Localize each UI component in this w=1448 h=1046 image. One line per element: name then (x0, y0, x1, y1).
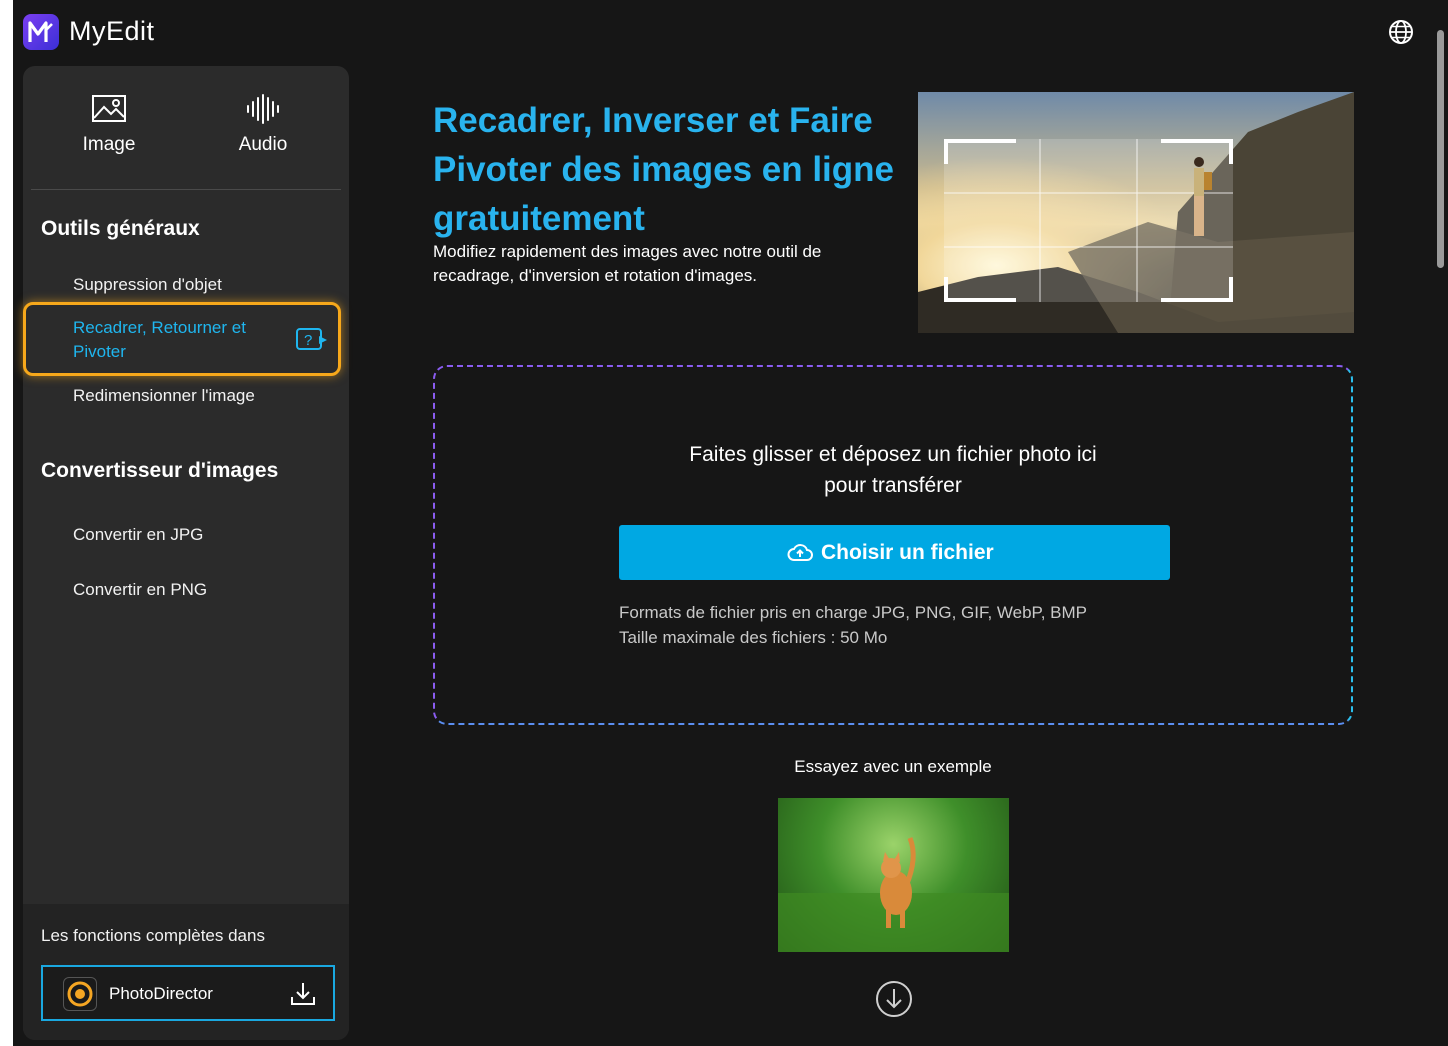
example-cat-image[interactable] (778, 798, 1009, 952)
mode-tab-audio[interactable]: Audio (203, 94, 323, 156)
audio-waveform-icon (247, 94, 279, 124)
help-video-icon[interactable]: ? (295, 327, 329, 351)
mode-label: Audio (238, 134, 288, 155)
sidebar-item-convert-jpg[interactable]: Convertir en JPG (73, 525, 203, 545)
svg-text:?: ? (304, 332, 312, 349)
sidebar-item-resize[interactable]: Redimensionner l'image (73, 386, 255, 406)
top-header: MyEdit (13, 0, 1433, 66)
footer-text: Les fonctions complètes dans (41, 926, 265, 945)
section-title-general: Outils généraux (41, 217, 200, 240)
sidebar-footer: Les fonctions complètes dans PhotoDirect… (23, 904, 349, 1040)
photodirector-logo-icon (63, 977, 97, 1011)
sidebar-item-convert-png[interactable]: Convertir en PNG (73, 580, 207, 600)
photodirector-label: PhotoDirector (109, 984, 213, 1003)
sidebar: Image Audio Outils généraux Suppression … (23, 66, 349, 1040)
section-title-converter: Convertisseur d'images (41, 459, 279, 482)
example-title: Essayez avec un exemple (794, 757, 992, 776)
scrollbar-thumb[interactable] (1437, 30, 1444, 268)
file-dropzone[interactable]: Faites glisser et déposez un fichier pho… (433, 365, 1353, 725)
sidebar-item-object-removal[interactable]: Suppression d'objet (73, 275, 222, 295)
app-name[interactable]: MyEdit (69, 16, 155, 47)
choose-file-label: Choisir un fichier (821, 541, 994, 564)
sidebar-divider (31, 189, 341, 190)
supported-formats-info: Formats de fichier pris en charge JPG, P… (619, 600, 1087, 650)
drop-text-line1: Faites glisser et déposez un fichier pho… (689, 443, 1097, 466)
dropzone-instructions: Faites glisser et déposez un fichier pho… (435, 439, 1351, 501)
formats-line: Formats de fichier pris en charge JPG, P… (619, 603, 1087, 622)
max-size-line: Taille maximale des fichiers : 50 Mo (619, 628, 888, 647)
scroll-down-icon[interactable] (874, 979, 914, 1019)
image-icon (92, 95, 126, 122)
photodirector-download-button[interactable]: PhotoDirector (41, 965, 335, 1021)
mode-tab-image[interactable]: Image (49, 94, 169, 156)
choose-file-button[interactable]: Choisir un fichier (619, 525, 1170, 580)
language-globe-icon[interactable] (1388, 19, 1414, 45)
page-description: Modifiez rapidement des images avec notr… (433, 242, 822, 285)
download-icon (291, 983, 315, 1005)
page-title: Recadrer, Inverser et Faire Pivoter des … (433, 101, 894, 238)
mode-label: Image (82, 134, 136, 155)
window-edge (0, 0, 13, 1046)
hero-crop-preview-image (918, 92, 1354, 333)
cloud-upload-icon (787, 544, 813, 561)
drop-text-line2: pour transférer (824, 474, 962, 497)
sidebar-item-crop-flip-rotate[interactable]: Recadrer, Retourner et Pivoter (73, 316, 273, 364)
myedit-logo-icon[interactable] (23, 14, 59, 50)
